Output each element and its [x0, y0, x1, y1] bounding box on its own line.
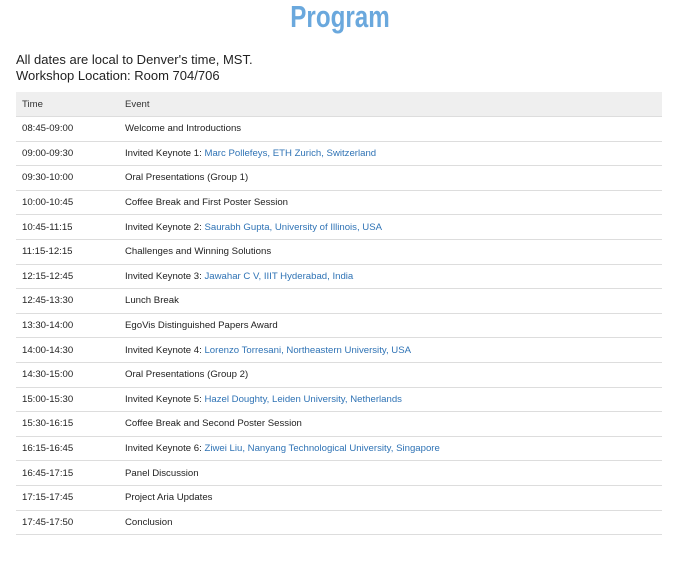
table-row: 10:45-11:15 Invited Keynote 2: Saurabh Gu…	[16, 214, 662, 240]
time-cell: 17:45-17:50	[16, 510, 119, 536]
speaker-link[interactable]: Marc Pollefeys, ETH Zurich, Switzerland	[204, 148, 376, 159]
table-row: 12:45-13:30 Lunch Break	[16, 288, 662, 314]
speaker-link[interactable]: Ziwei Liu, Nanyang Technological Univers…	[204, 443, 439, 454]
time-cell: 16:45-17:15	[16, 460, 119, 486]
event-text: Lunch Break	[125, 295, 179, 307]
table-row: 15:30-16:15 Coffee Break and Second Poste…	[16, 411, 662, 437]
time-cell: 16:15-16:45	[16, 436, 119, 462]
event-text: Coffee Break and First Poster Session	[125, 197, 288, 209]
event-cell: Challenges and Winning Solutions	[119, 239, 662, 265]
event-cell: EgoVis Distinguished Papers Award	[119, 313, 662, 339]
event-text: Oral Presentations (Group 1)	[125, 172, 249, 184]
table-row: 09:30-10:00 Oral Presentations (Group 1)	[16, 165, 662, 191]
table-row: 12:15-12:45 Invited Keynote 3: Jawahar C …	[16, 264, 662, 290]
event-text: Invited Keynote 3:	[125, 270, 205, 282]
table-row: 16:45-17:15 Panel Discussion	[16, 460, 662, 486]
time-cell: 11:15-12:15	[16, 239, 119, 265]
intro-text: All dates are local to Denver's time, MS…	[16, 52, 253, 84]
event-text: Panel Discussion	[125, 467, 199, 479]
event-text: Invited Keynote 1:	[125, 147, 205, 159]
time-cell: 09:00-09:30	[16, 141, 119, 167]
event-cell: Invited Keynote 2: Saurabh Gupta, Univer…	[119, 214, 662, 240]
event-text: Oral Presentations (Group 2)	[125, 369, 249, 381]
time-cell: 13:30-14:00	[16, 313, 119, 339]
time-cell: 09:30-10:00	[16, 165, 119, 191]
event-cell: Invited Keynote 1: Marc Pollefeys, ETH Z…	[119, 141, 662, 167]
speaker-link[interactable]: Hazel Doughty, Leiden University, Nether…	[204, 394, 401, 405]
speaker-link[interactable]: Saurabh Gupta, University of Illinois, U…	[204, 222, 382, 233]
event-cell: Oral Presentations (Group 2)	[119, 362, 662, 388]
time-cell: 14:00-14:30	[16, 337, 119, 363]
event-cell: Project Aria Updates	[119, 485, 662, 511]
table-row: 13:30-14:00 EgoVis Distinguished Papers A…	[16, 313, 662, 339]
event-text: Welcome and Introductions	[125, 123, 242, 135]
page-title: Program	[290, 0, 390, 34]
table-row: 10:00-10:45 Coffee Break and First Poster…	[16, 190, 662, 216]
table-row: 14:00-14:30 Invited Keynote 4: Lorenzo To…	[16, 337, 662, 363]
event-cell: Panel Discussion	[119, 460, 662, 486]
time-cell: 17:15-17:45	[16, 485, 119, 511]
table-row: 15:00-15:30 Invited Keynote 5: Hazel Doug…	[16, 387, 662, 413]
table-row: 17:45-17:50 Conclusion	[16, 510, 662, 536]
event-cell: Invited Keynote 4: Lorenzo Torresani, No…	[119, 337, 662, 363]
event-cell: Invited Keynote 5: Hazel Doughty, Leiden…	[119, 387, 662, 413]
timezone-note: All dates are local to Denver's time, MS…	[16, 52, 253, 67]
event-cell: Invited Keynote 6: Ziwei Liu, Nanyang Te…	[119, 436, 662, 462]
schedule-table: Time Event 08:45-09:00 Welcome and Introd…	[16, 92, 662, 536]
event-text: Invited Keynote 2:	[125, 221, 205, 233]
time-cell: 08:45-09:00	[16, 116, 119, 142]
event-text: Challenges and Winning Solutions	[125, 246, 272, 258]
location-note: Workshop Location: Room 704/706	[16, 68, 220, 83]
event-text: Conclusion	[125, 516, 173, 528]
event-text: Invited Keynote 5:	[125, 393, 205, 405]
time-cell: 12:45-13:30	[16, 288, 119, 314]
time-column-header: Time	[16, 92, 119, 117]
time-cell: 12:15-12:45	[16, 264, 119, 290]
event-cell: Coffee Break and First Poster Session	[119, 190, 662, 216]
event-text: Invited Keynote 6:	[125, 443, 205, 455]
table-row: 17:15-17:45 Project Aria Updates	[16, 485, 662, 511]
time-cell: 10:45-11:15	[16, 214, 119, 240]
event-text: Invited Keynote 4:	[125, 344, 205, 356]
time-cell: 15:00-15:30	[16, 387, 119, 413]
event-cell: Coffee Break and Second Poster Session	[119, 411, 662, 437]
event-cell: Lunch Break	[119, 288, 662, 314]
event-cell: Invited Keynote 3: Jawahar C V, IIIT Hyd…	[119, 264, 662, 290]
table-row: 16:15-16:45 Invited Keynote 6: Ziwei Liu,…	[16, 436, 662, 462]
time-cell: 14:30-15:00	[16, 362, 119, 388]
event-text: Coffee Break and Second Poster Session	[125, 418, 302, 430]
table-row: 08:45-09:00 Welcome and Introductions	[16, 116, 662, 142]
schedule-body: 08:45-09:00 Welcome and Introductions 09:0…	[16, 116, 662, 536]
time-cell: 10:00-10:45	[16, 190, 119, 216]
event-column-header: Event	[119, 92, 662, 117]
table-header-row: Time Event	[16, 92, 662, 117]
speaker-link[interactable]: Lorenzo Torresani, Northeastern Universi…	[204, 345, 411, 356]
event-cell: Conclusion	[119, 510, 662, 536]
event-text: EgoVis Distinguished Papers Award	[125, 320, 278, 332]
table-row: 14:30-15:00 Oral Presentations (Group 2)	[16, 362, 662, 388]
event-text: Project Aria Updates	[125, 492, 213, 504]
time-cell: 15:30-16:15	[16, 411, 119, 437]
event-cell: Oral Presentations (Group 1)	[119, 165, 662, 191]
event-cell: Welcome and Introductions	[119, 116, 662, 142]
speaker-link[interactable]: Jawahar C V, IIIT Hyderabad, India	[204, 271, 353, 282]
table-row: 11:15-12:15 Challenges and Winning Soluti…	[16, 239, 662, 265]
table-row: 09:00-09:30 Invited Keynote 1: Marc Polle…	[16, 141, 662, 167]
